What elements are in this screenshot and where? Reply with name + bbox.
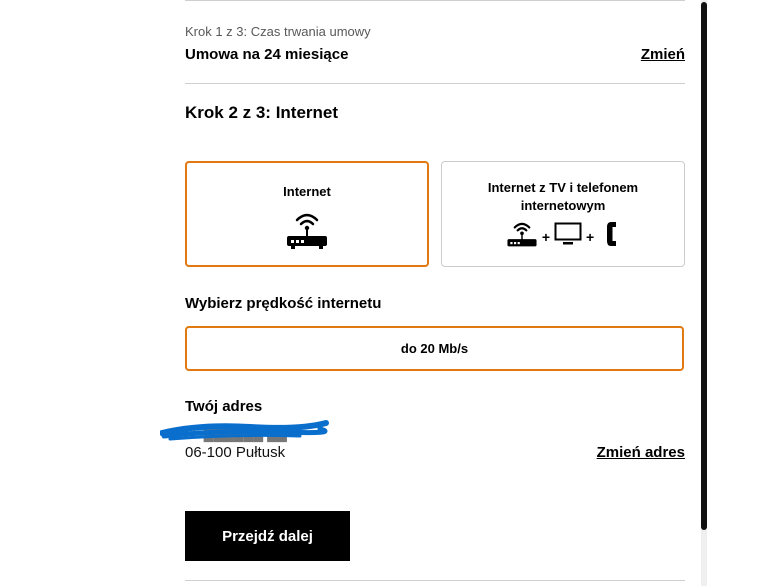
change-contract-link[interactable]: Zmień: [641, 46, 685, 63]
option-internet-card[interactable]: Internet: [185, 161, 429, 267]
step2-title: Krok 2 z 3: Internet: [185, 103, 339, 122]
redaction-scribble: [160, 420, 329, 441]
next-step-button[interactable]: Przejdź dalej: [185, 511, 350, 561]
plus-separator: +: [541, 228, 550, 245]
address-postal-city: 06-100 Pułtusk: [185, 444, 286, 461]
option-internet-label: Internet: [283, 184, 331, 199]
divider: [185, 0, 685, 1]
address-title: Twój adres: [185, 398, 263, 415]
speed-option-20mbs[interactable]: do 20 Mb/s: [185, 326, 684, 371]
tv-icon: [554, 222, 582, 251]
change-address-link[interactable]: Zmień adres: [597, 444, 685, 461]
phone-icon: [606, 220, 620, 253]
speed-section-label: Wybierz prędkość internetu: [185, 295, 382, 312]
option-tv-label-line2: internetowym: [520, 198, 606, 213]
plus-separator: +: [586, 228, 595, 245]
step1-value: Umowa na 24 miesiące: [185, 46, 349, 63]
divider: [185, 580, 685, 581]
option-tv-label-line1: Internet z TV i telefonem: [487, 180, 639, 195]
divider: [185, 83, 685, 84]
scrollbar-thumb[interactable]: [701, 2, 707, 530]
router-icon: [506, 219, 538, 254]
configurator-panel: Krok 1 z 3: Czas trwania umowy Umowa na …: [185, 0, 685, 586]
router-icon: [285, 209, 329, 254]
option-internet-tv-phone-card[interactable]: Internet z TV i telefonem internetowym +: [441, 161, 685, 267]
step1-label: Krok 1 z 3: Czas trwania umowy: [185, 24, 371, 39]
scrollbar[interactable]: [701, 0, 707, 586]
